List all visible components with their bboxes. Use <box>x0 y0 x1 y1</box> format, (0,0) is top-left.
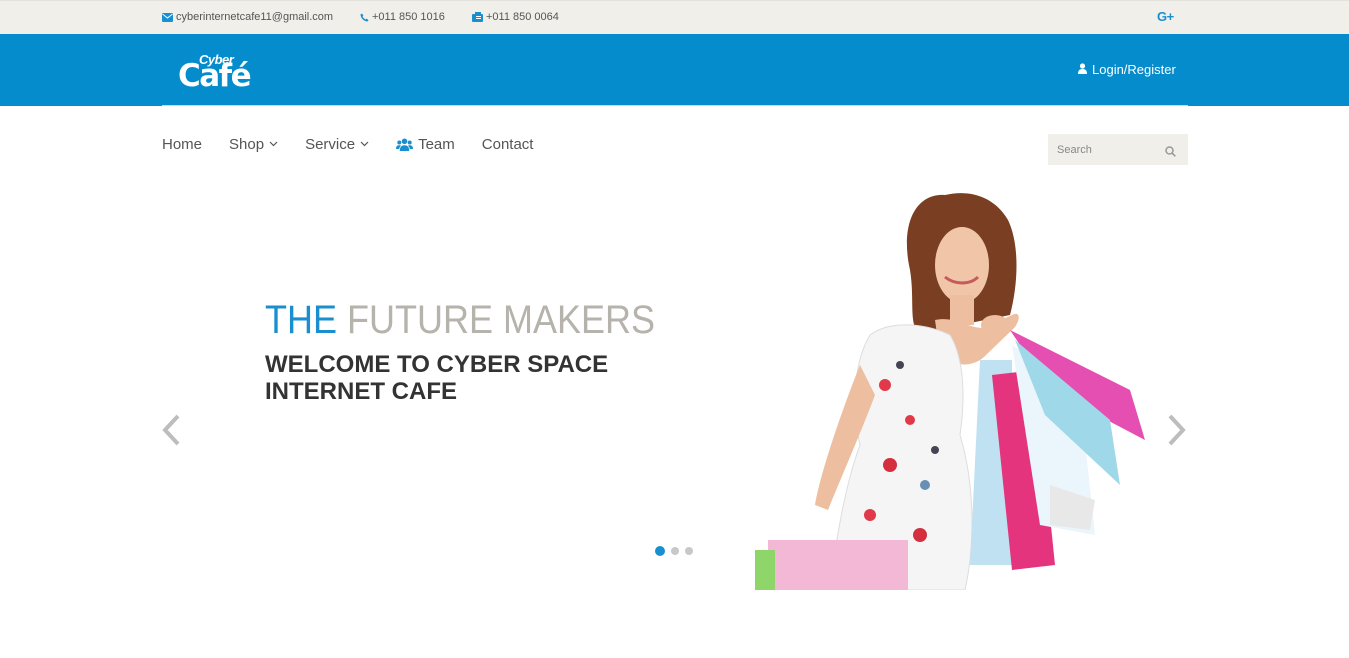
fax-text: +011 850 0064 <box>486 11 559 23</box>
hero-model-image <box>755 193 1145 590</box>
header-divider <box>162 105 1188 106</box>
nav-home[interactable]: Home <box>162 136 202 153</box>
carousel-dot-2[interactable] <box>671 547 679 555</box>
hero-title-rest: FUTURE MAKERS <box>347 298 656 342</box>
hero-title: THE FUTURE MAKERS <box>265 298 655 343</box>
google-plus-icon[interactable]: G+ <box>1157 9 1174 24</box>
nav-contact-label: Contact <box>481 135 534 153</box>
nav-team[interactable]: Team <box>396 136 455 153</box>
fax-contact[interactable]: +011 850 0064 <box>472 11 559 23</box>
nav-service[interactable]: Service <box>305 136 369 153</box>
carousel-dot-1[interactable] <box>655 546 665 556</box>
search-input[interactable] <box>1048 134 1158 165</box>
email-text: cyberinternetcafe11@gmail.com <box>176 11 334 23</box>
login-label: Login/Register <box>1092 62 1176 77</box>
chevron-down-icon <box>269 141 278 147</box>
main-nav: Home Shop Service Team Contact <box>162 134 560 154</box>
logo-big-text: Café <box>178 58 252 94</box>
nav-contact[interactable]: Contact <box>482 136 534 153</box>
phone-icon <box>360 12 369 22</box>
chevron-left-icon <box>162 414 180 446</box>
search-icon[interactable] <box>1165 144 1176 162</box>
phone-contact[interactable]: +011 850 1016 <box>360 11 445 23</box>
site-header: Cyber Café Login/Register <box>0 34 1349 106</box>
nav-team-label: Team <box>418 135 455 153</box>
search-box <box>1048 134 1188 165</box>
envelope-icon <box>162 12 173 22</box>
phone-text: +011 850 1016 <box>372 11 445 23</box>
login-register-link[interactable]: Login/Register <box>1078 62 1176 77</box>
carousel-next-button[interactable] <box>1167 414 1187 451</box>
email-contact[interactable]: cyberinternetcafe11@gmail.com <box>162 11 333 23</box>
nav-home-label: Home <box>162 135 203 153</box>
nav-shop-label: Shop <box>229 135 265 153</box>
carousel-indicators <box>655 546 693 556</box>
users-icon <box>396 138 414 151</box>
hero-title-accent: THE <box>265 298 337 342</box>
user-icon <box>1078 62 1087 77</box>
carousel-dot-3[interactable] <box>685 547 693 555</box>
cafe-logo[interactable]: Cyber Café <box>178 52 278 94</box>
chevron-right-icon <box>1168 414 1186 446</box>
carousel-prev-button[interactable] <box>161 414 181 451</box>
nav-shop[interactable]: Shop <box>229 136 278 153</box>
nav-service-label: Service <box>305 135 356 153</box>
chevron-down-icon <box>360 141 369 147</box>
hero-subtitle: WELCOME TO CYBER SPACE INTERNET CAFE <box>265 351 609 405</box>
contact-bar: cyberinternetcafe11@gmail.com +011 850 1… <box>0 0 1349 34</box>
fax-icon <box>472 12 483 22</box>
